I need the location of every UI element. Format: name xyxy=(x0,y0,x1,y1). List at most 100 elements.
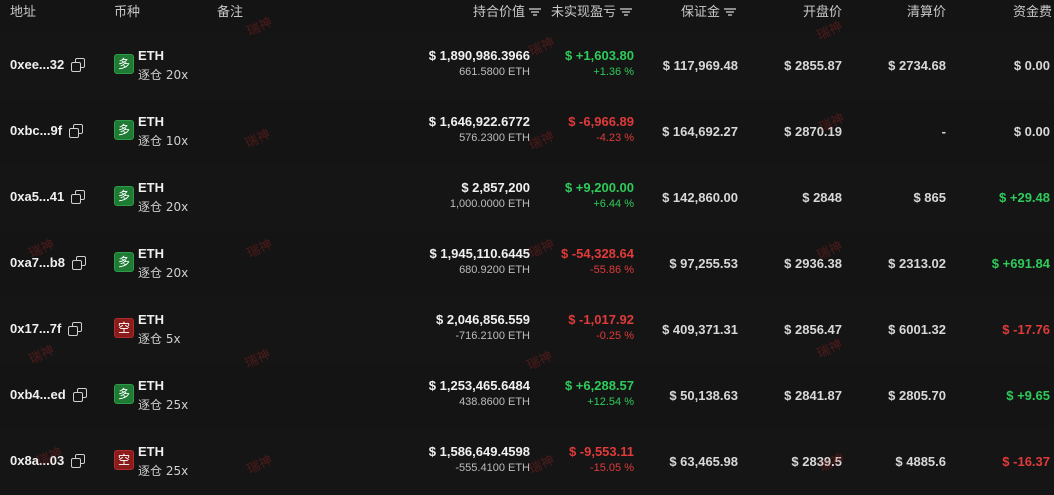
address-cell[interactable]: 0xee...32 xyxy=(10,57,86,72)
side-badge: 空 xyxy=(114,450,134,470)
funding-fee: $ +691.84 xyxy=(991,256,1050,271)
header-liq-price: 清算价 xyxy=(906,4,946,19)
address-text[interactable]: 0xa7...b8 xyxy=(10,255,65,270)
position-value: $ 2,857,200 xyxy=(461,180,530,195)
open-price: $ 2856.47 xyxy=(784,322,842,337)
side-badge: 多 xyxy=(114,186,134,206)
position-value: $ 1,253,465.6484 xyxy=(428,378,530,393)
position-quantity: -555.4100 ETH xyxy=(455,462,530,474)
copy-icon[interactable] xyxy=(69,124,84,138)
unrealized-pnl-percent: +6.44 % xyxy=(593,198,634,210)
position-value: $ 1,890,986.3966 xyxy=(428,48,530,63)
copy-icon[interactable] xyxy=(71,190,86,204)
liquidation-price: $ 4885.6 xyxy=(895,454,946,469)
open-price: $ 2855.87 xyxy=(784,58,842,73)
margin-value: $ 117,969.48 xyxy=(662,58,738,73)
position-quantity: 661.5800 ETH xyxy=(459,66,530,78)
liquidation-price: $ 6001.32 xyxy=(888,322,946,337)
address-text[interactable]: 0xbc...9f xyxy=(10,123,62,138)
position-value: $ 2,046,856.559 xyxy=(436,312,530,327)
coin-symbol: ETH xyxy=(138,378,164,393)
address-cell[interactable]: 0xb4...ed xyxy=(10,387,87,402)
table-row[interactable]: 0xa7...b8 多 ETH 逐仓 20x $ 1,945,110.6445 … xyxy=(0,231,1054,297)
leverage-label: 逐仓 20x xyxy=(138,266,189,280)
address-cell[interactable]: 0x8a...03 xyxy=(10,453,86,468)
side-badge: 多 xyxy=(114,120,134,140)
position-quantity: 438.8600 ETH xyxy=(459,396,530,408)
position-value: $ 1,586,649.4598 xyxy=(428,444,530,459)
margin-value: $ 63,465.98 xyxy=(669,454,738,469)
unrealized-pnl-percent: -55.86 % xyxy=(589,264,634,276)
header-position-value-sort[interactable]: 持合价值 xyxy=(473,4,541,20)
table-row[interactable]: 0x17...7f 空 ETH 逐仓 5x $ 2,046,856.559 -7… xyxy=(0,297,1054,363)
liquidation-price: - xyxy=(941,124,946,139)
margin-value: $ 164,692.27 xyxy=(662,124,738,139)
coin-symbol: ETH xyxy=(138,48,164,63)
header-unrealized-pnl-sort[interactable]: 未实现盈亏 xyxy=(551,4,632,20)
table-row[interactable]: 0xa5...41 多 ETH 逐仓 20x $ 2,857,200 1,000… xyxy=(0,165,1054,231)
table-row[interactable]: 0x8a...03 空 ETH 逐仓 25x $ 1,586,649.4598 … xyxy=(0,429,1054,495)
open-price: $ 2841.87 xyxy=(784,388,842,403)
funding-fee: $ +29.48 xyxy=(999,190,1050,205)
header-note: 备注 xyxy=(217,4,244,19)
side-badge: 多 xyxy=(114,384,134,404)
coin-symbol: ETH xyxy=(138,180,164,195)
header-position-value: 持合价值 xyxy=(472,4,525,19)
liquidation-price: $ 865 xyxy=(913,190,946,205)
coin-symbol: ETH xyxy=(138,246,164,261)
open-price: $ 2936.38 xyxy=(784,256,842,271)
liquidation-price: $ 2734.68 xyxy=(888,58,946,73)
funding-fee: $ 0.00 xyxy=(1013,124,1050,139)
table-header: 地址 币种 备注 持合价值 未实现盈亏 保证金 开盘价 清算价 资金费 xyxy=(0,0,1054,26)
unrealized-pnl: $ -1,017.92 xyxy=(568,312,634,327)
sort-icon xyxy=(620,7,632,17)
position-quantity: 680.9200 ETH xyxy=(459,264,530,276)
header-margin-sort[interactable]: 保证金 xyxy=(681,4,736,20)
unrealized-pnl-percent: -4.23 % xyxy=(596,132,634,144)
copy-icon[interactable] xyxy=(71,58,86,72)
address-text[interactable]: 0xee...32 xyxy=(10,57,64,72)
table-row[interactable]: 0xee...32 多 ETH 逐仓 20x $ 1,890,986.3966 … xyxy=(0,33,1054,99)
side-badge: 空 xyxy=(114,318,134,338)
open-price: $ 2839.5 xyxy=(791,454,842,469)
position-value: $ 1,646,922.6772 xyxy=(428,114,530,129)
address-cell[interactable]: 0xa5...41 xyxy=(10,189,86,204)
unrealized-pnl-percent: -15.05 % xyxy=(589,462,634,474)
header-open-price: 开盘价 xyxy=(802,4,842,19)
copy-icon[interactable] xyxy=(72,388,87,402)
margin-value: $ 409,371.31 xyxy=(662,322,738,337)
coin-symbol: ETH xyxy=(138,312,164,327)
leverage-label: 逐仓 10x xyxy=(138,134,189,148)
copy-icon[interactable] xyxy=(71,454,86,468)
unrealized-pnl: $ +9,200.00 xyxy=(564,180,634,195)
address-text[interactable]: 0x8a...03 xyxy=(10,453,64,468)
table-row[interactable]: 0xb4...ed 多 ETH 逐仓 25x $ 1,253,465.6484 … xyxy=(0,363,1054,429)
position-quantity: 1,000.0000 ETH xyxy=(449,198,530,210)
unrealized-pnl: $ +6,288.57 xyxy=(564,378,634,393)
unrealized-pnl-percent: +12.54 % xyxy=(587,396,634,408)
unrealized-pnl: $ +1,603.80 xyxy=(564,48,634,63)
copy-icon[interactable] xyxy=(68,322,83,336)
margin-value: $ 97,255.53 xyxy=(669,256,738,271)
positions-table: 地址 币种 备注 持合价值 未实现盈亏 保证金 开盘价 清算价 资金费 0xee… xyxy=(0,0,1054,495)
header-funding: 资金费 xyxy=(1012,4,1052,19)
position-value: $ 1,945,110.6445 xyxy=(429,246,531,261)
address-text[interactable]: 0xa5...41 xyxy=(10,189,64,204)
open-price: $ 2848 xyxy=(802,190,842,205)
leverage-label: 逐仓 20x xyxy=(138,200,189,214)
header-unrealized-pnl: 未实现盈亏 xyxy=(550,4,616,19)
funding-fee: $ -17.76 xyxy=(1002,322,1050,337)
address-cell[interactable]: 0xbc...9f xyxy=(10,123,84,138)
unrealized-pnl-percent: -0.25 % xyxy=(596,330,634,342)
margin-value: $ 142,860.00 xyxy=(662,190,738,205)
leverage-label: 逐仓 5x xyxy=(138,332,181,346)
address-text[interactable]: 0xb4...ed xyxy=(10,387,66,402)
copy-icon[interactable] xyxy=(71,256,86,270)
address-cell[interactable]: 0x17...7f xyxy=(10,321,83,336)
address-text[interactable]: 0x17...7f xyxy=(10,321,61,336)
funding-fee: $ +9.65 xyxy=(1006,388,1050,403)
margin-value: $ 50,138.63 xyxy=(669,388,738,403)
address-cell[interactable]: 0xa7...b8 xyxy=(10,255,86,270)
header-address: 地址 xyxy=(10,4,37,19)
table-row[interactable]: 0xbc...9f 多 ETH 逐仓 10x $ 1,646,922.6772 … xyxy=(0,99,1054,165)
